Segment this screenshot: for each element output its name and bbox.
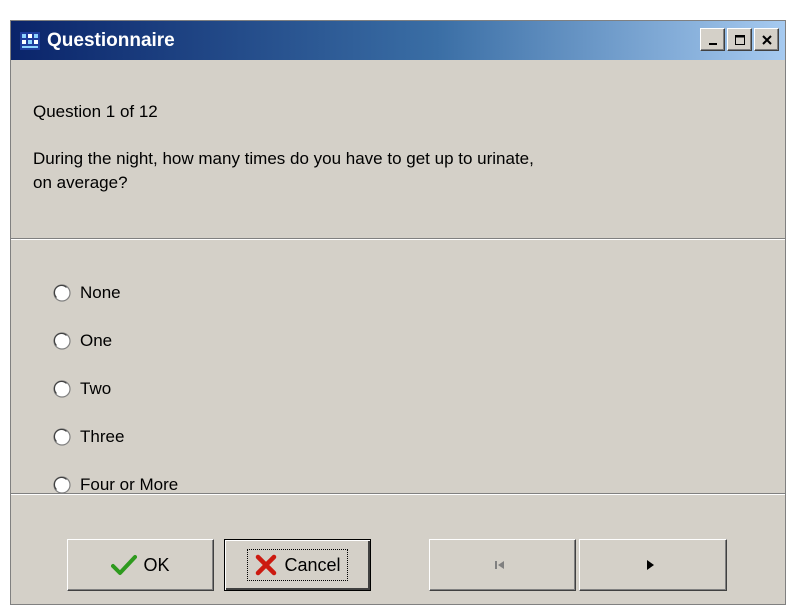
app-icon — [19, 30, 41, 52]
close-icon — [761, 34, 772, 45]
ok-button[interactable]: OK — [67, 539, 214, 591]
answer-options: None One Two Three Four or More — [11, 238, 785, 494]
focus-ring: Cancel — [247, 549, 348, 581]
question-text: During the night, how many times do you … — [33, 147, 693, 195]
option-label: None — [80, 283, 121, 302]
cancel-button[interactable]: Cancel — [224, 539, 371, 591]
next-button[interactable] — [579, 539, 727, 591]
question-text-line2: on average? — [33, 173, 128, 192]
title-bar[interactable]: Questionnaire — [11, 21, 785, 60]
x-icon — [256, 554, 277, 576]
radio-icon[interactable] — [53, 428, 71, 446]
option-none[interactable]: None — [53, 281, 121, 305]
option-label: One — [80, 331, 113, 350]
close-button[interactable] — [754, 28, 779, 51]
maximize-icon — [734, 34, 745, 45]
option-two[interactable]: Two — [53, 377, 111, 401]
option-label: Two — [80, 379, 112, 398]
cancel-label: Cancel — [284, 554, 341, 575]
window-title: Questionnaire — [47, 29, 175, 51]
previous-button[interactable] — [429, 539, 576, 591]
option-three[interactable]: Three — [53, 425, 124, 449]
button-divider — [11, 493, 785, 495]
prev-arrow-icon — [494, 561, 504, 569]
option-label: Three — [80, 427, 125, 446]
window-controls — [700, 28, 779, 51]
questionnaire-window: Questionnaire Question 1 of 12 During th… — [10, 20, 786, 605]
next-arrow-icon — [647, 560, 654, 570]
question-text-line1: During the night, how many times do you … — [33, 149, 534, 168]
check-icon — [111, 555, 138, 575]
ok-label: OK — [143, 554, 170, 575]
minimize-button[interactable] — [700, 28, 725, 51]
maximize-button[interactable] — [727, 28, 752, 51]
minimize-icon — [708, 42, 717, 45]
question-header: Question 1 of 12 During the night, how m… — [11, 60, 785, 239]
radio-icon[interactable] — [53, 332, 71, 350]
option-label: Four or More — [80, 475, 179, 494]
option-one[interactable]: One — [53, 329, 112, 353]
question-counter: Question 1 of 12 — [33, 102, 158, 121]
radio-icon[interactable] — [53, 284, 71, 302]
radio-icon[interactable] — [53, 476, 71, 494]
radio-icon[interactable] — [53, 380, 71, 398]
